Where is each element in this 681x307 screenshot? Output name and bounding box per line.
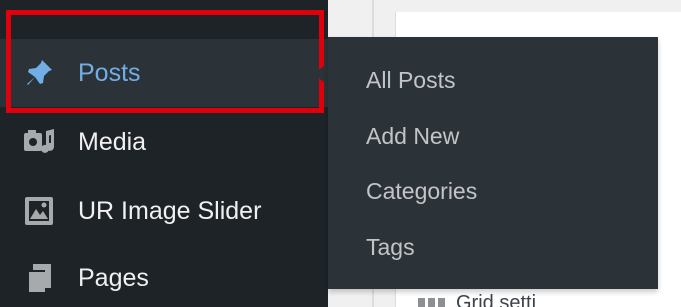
pages-icon bbox=[22, 261, 56, 295]
sidebar-item-posts[interactable]: Posts bbox=[0, 39, 328, 107]
image-icon bbox=[22, 194, 56, 228]
submenu-item-categories[interactable]: Categories bbox=[366, 178, 477, 205]
pushpin-icon bbox=[22, 56, 56, 90]
sidebar-item-label: Pages bbox=[78, 263, 149, 292]
media-icon bbox=[22, 125, 56, 159]
wp-admin-screen: Grid setti Posts Media UR Image Slider P… bbox=[0, 0, 681, 307]
sidebar-item-label: Posts bbox=[78, 58, 141, 87]
submenu-pointer bbox=[313, 63, 328, 85]
posts-submenu: All Posts Add New Categories Tags bbox=[328, 37, 658, 289]
admin-sidebar: Posts Media UR Image Slider Pages bbox=[0, 0, 328, 307]
sidebar-item-label: UR Image Slider bbox=[78, 196, 262, 225]
submenu-item-add-new[interactable]: Add New bbox=[366, 123, 459, 150]
submenu-item-tags[interactable]: Tags bbox=[366, 234, 415, 261]
sidebar-item-media[interactable]: Media bbox=[0, 108, 328, 176]
grid-settings-label: Grid setti bbox=[456, 292, 537, 307]
grid-settings-partial: Grid setti bbox=[418, 292, 536, 307]
submenu-item-all-posts[interactable]: All Posts bbox=[366, 67, 455, 94]
sidebar-item-ur-image-slider[interactable]: UR Image Slider bbox=[0, 177, 328, 245]
sidebar-item-pages[interactable]: Pages bbox=[0, 244, 328, 307]
grid-icon bbox=[418, 297, 446, 307]
sidebar-item-label: Media bbox=[78, 127, 147, 156]
